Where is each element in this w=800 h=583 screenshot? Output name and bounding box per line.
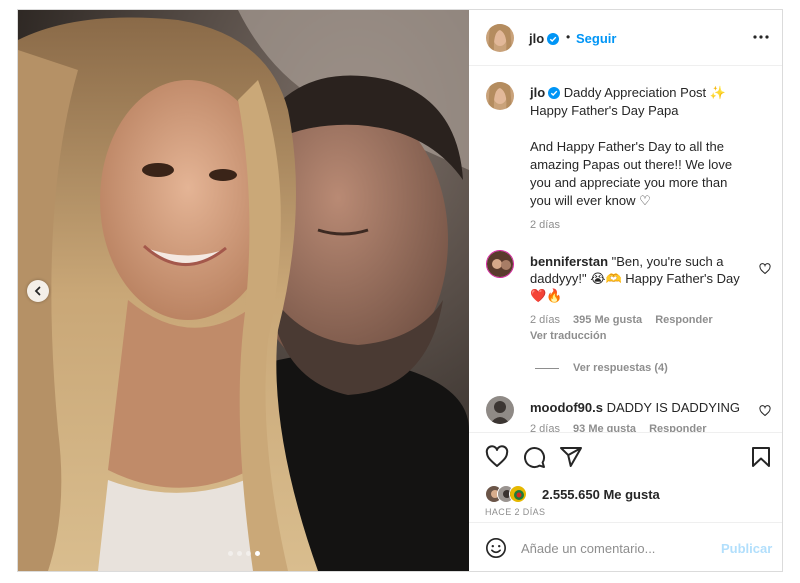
post-media[interactable] bbox=[18, 10, 469, 571]
caption-time[interactable]: 2 días bbox=[530, 216, 750, 234]
comment-likes[interactable]: 395 Me gusta bbox=[573, 314, 642, 326]
separator-dot: • bbox=[566, 30, 571, 44]
heart-icon[interactable] bbox=[485, 445, 509, 469]
more-options-icon[interactable] bbox=[752, 30, 770, 44]
caption-line: Happy Father's Day Papa bbox=[530, 103, 679, 118]
carousel-indicator bbox=[18, 551, 469, 556]
post-photo bbox=[18, 10, 469, 571]
carousel-dot bbox=[245, 551, 251, 556]
post-header: jlo • Seguir bbox=[469, 10, 782, 66]
post-actions: 2.555.650 Me gusta HACE 2 DÍAS bbox=[469, 432, 782, 523]
author-avatar[interactable] bbox=[486, 24, 514, 52]
publish-button[interactable]: Publicar bbox=[721, 541, 772, 556]
comment-likes[interactable]: 93 Me gusta bbox=[573, 423, 636, 432]
commenter-avatar[interactable] bbox=[486, 396, 514, 424]
likes-count[interactable]: 2.555.650 Me gusta bbox=[542, 487, 660, 502]
commenter-username[interactable]: moodof90.s bbox=[530, 400, 603, 415]
bookmark-icon[interactable] bbox=[749, 445, 773, 469]
caption-username[interactable]: jlo bbox=[530, 85, 561, 100]
caption-line: Daddy Appreciation Post ✨ bbox=[563, 85, 726, 100]
post-date[interactable]: HACE 2 DÍAS bbox=[485, 507, 545, 517]
comment-meta: 2 días 395 Me gusta Responder bbox=[530, 314, 723, 326]
chevron-left-icon bbox=[34, 286, 41, 296]
comments-section[interactable]: jlo Daddy Appreciation Post ✨ Happy Fath… bbox=[469, 66, 782, 432]
comment-icon[interactable] bbox=[522, 445, 546, 469]
caption-avatar[interactable] bbox=[486, 82, 514, 110]
verified-badge-icon bbox=[547, 33, 560, 45]
add-comment-bar: Publicar bbox=[469, 522, 782, 572]
reply-button[interactable]: Responder bbox=[655, 314, 712, 326]
carousel-dot bbox=[227, 551, 233, 556]
previous-slide-button[interactable] bbox=[27, 280, 49, 302]
carousel-dot bbox=[236, 551, 242, 556]
carousel-dot-active bbox=[254, 551, 260, 556]
reply-button[interactable]: Responder bbox=[649, 423, 706, 432]
post-side-panel: jlo • Seguir jlo Daddy Appreciation Post… bbox=[469, 10, 782, 571]
translate-link[interactable]: Ver traducción bbox=[530, 330, 606, 342]
commenter-avatar[interactable] bbox=[486, 250, 514, 278]
post-caption: jlo Daddy Appreciation Post ✨ Happy Fath… bbox=[530, 84, 750, 234]
comment-text: benniferstan "Ben, you're such a daddyyy… bbox=[530, 254, 740, 303]
comment-meta: 2 días 93 Me gusta Responder bbox=[530, 423, 717, 432]
comment-like-icon[interactable] bbox=[759, 405, 771, 417]
follow-button[interactable]: Seguir bbox=[576, 31, 616, 46]
comment-time[interactable]: 2 días bbox=[530, 314, 560, 326]
comment-time[interactable]: 2 días bbox=[530, 423, 560, 432]
comment-input[interactable] bbox=[521, 537, 711, 559]
comment-like-icon[interactable] bbox=[759, 263, 771, 275]
caption-body: And Happy Father's Day to all the amazin… bbox=[530, 139, 733, 208]
verified-badge-icon bbox=[548, 87, 561, 99]
comment-text: moodof90.s DADDY IS DADDYING bbox=[530, 400, 740, 415]
view-replies-button[interactable]: Ver respuestas (4) bbox=[535, 362, 668, 374]
commenter-username[interactable]: benniferstan bbox=[530, 254, 608, 269]
emoji-icon[interactable] bbox=[485, 537, 507, 559]
post-card: jlo • Seguir jlo Daddy Appreciation Post… bbox=[17, 9, 783, 572]
liker-avatar bbox=[509, 485, 527, 503]
author-username[interactable]: jlo bbox=[529, 31, 560, 46]
share-icon[interactable] bbox=[559, 445, 583, 469]
